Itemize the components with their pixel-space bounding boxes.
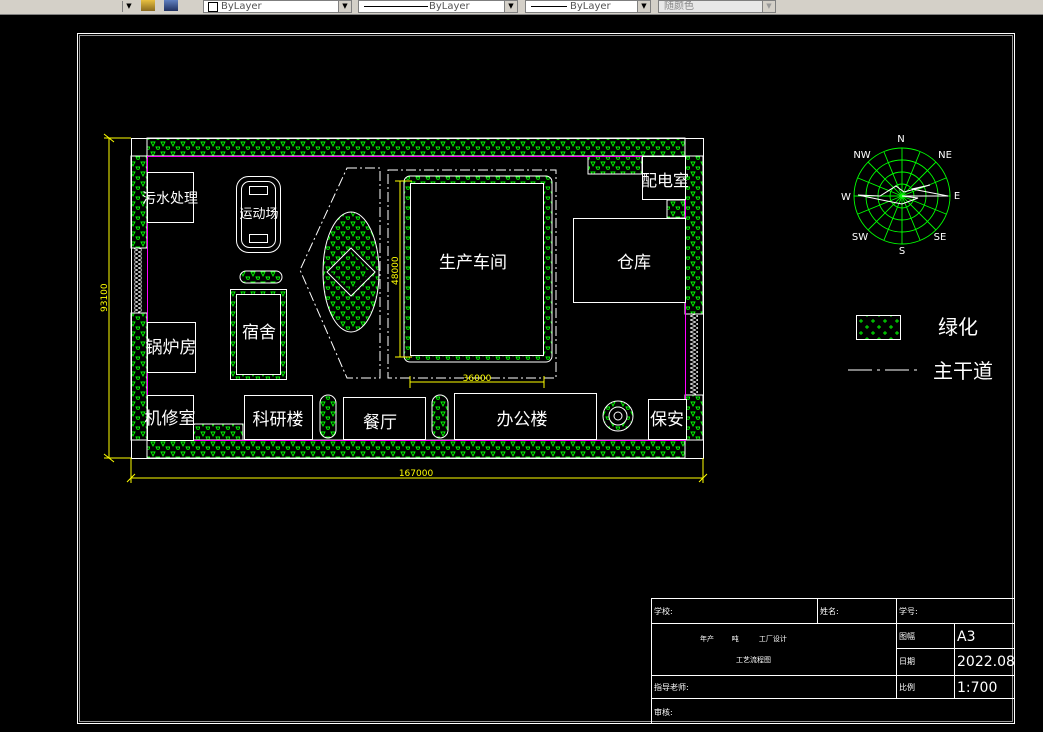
compass-nw-label: NW [853,150,870,161]
building-research-label: 科研楼 [253,410,304,430]
title-id-label: 学号: [899,606,918,616]
building-canteen-label: 餐厅 [363,413,397,433]
central-plaza [299,167,381,379]
title-advisor-label: 指导老师: [654,682,689,692]
title-reviewer-label: 审核: [654,707,673,717]
building-boiler-label: 锅炉房 [146,338,197,358]
building-sports-label: 运动场 [239,207,278,222]
compass-w-label: W [841,192,851,203]
compass-n-label: N [897,134,904,145]
fence-left [134,248,142,313]
legend-green-label: 绿化 [938,315,978,339]
compass-sw-label: SW [852,232,868,243]
title-date-value: 2022.08 [957,654,1015,670]
wind-rose-compass [853,147,951,245]
green-capsule-small [239,270,283,284]
title-sheet-value: A3 [957,629,975,645]
title-name-label: 姓名: [820,606,839,616]
building-office-label: 办公楼 [497,410,548,430]
compass-s-label: S [899,246,905,257]
dimension-total-height-label: 93100 [100,283,110,312]
dimension-total-width-label: 167000 [399,469,434,479]
building-power-label: 配电室 [641,171,689,190]
building-repair-label: 机修室 [145,409,196,429]
title-scale-label: 比例 [899,682,915,692]
title-project-line2: 工艺流程图 [736,655,771,664]
legend-road-label: 主干道 [933,359,993,383]
fence-right [690,314,698,395]
building-security-label: 保安 [650,410,684,430]
title-project-line1: 年产 吨 工厂设计 [700,634,787,643]
green-capsule-1 [319,394,337,439]
dimension-workshop-width-label: 36000 [463,374,492,384]
green-capsule-2 [431,394,449,439]
title-school-label: 学校: [654,606,673,616]
compass-ne-label: NE [938,150,952,161]
building-sewage-label: 污水处理 [142,191,198,207]
title-date-label: 日期 [899,657,915,666]
building-dorm-label: 宿舍 [242,323,276,343]
fountain [602,400,634,432]
drawing-canvas[interactable]: 污水处理 运动场 宿舍 锅炉房 机修室 科研楼 餐厅 办公楼 保安 生产车间 4… [0,0,1043,732]
compass-e-label: E [954,191,960,202]
legend-green-swatch [856,315,901,340]
building-warehouse-label: 仓库 [617,253,651,273]
title-sheet-label: 图幅 [899,631,915,641]
title-scale-value: 1:700 [957,680,997,696]
building-workshop-label: 生产车间 [439,253,507,273]
dimension-workshop-height-label: 48000 [391,256,401,285]
compass-se-label: SE [934,232,947,243]
